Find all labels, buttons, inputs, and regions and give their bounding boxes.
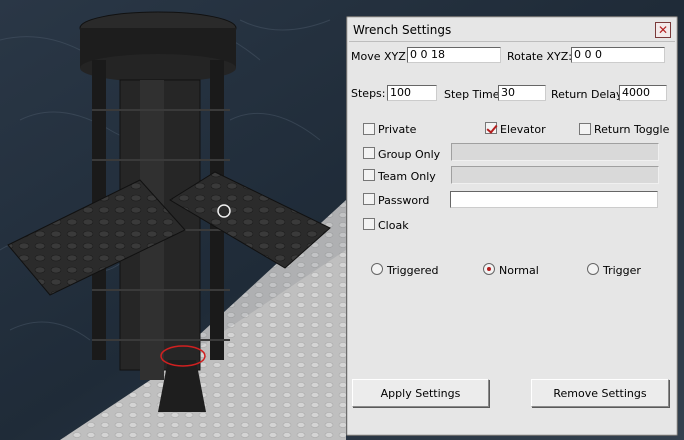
remove-settings-button[interactable]: Remove Settings bbox=[531, 379, 669, 407]
private-label: Private bbox=[378, 123, 417, 136]
triggered-radio[interactable] bbox=[371, 263, 383, 275]
password-input[interactable] bbox=[450, 191, 658, 208]
team-only-label: Team Only bbox=[378, 170, 436, 183]
password-label: Password bbox=[378, 194, 430, 207]
move-xyz-label: Move XYZ: bbox=[351, 50, 410, 63]
normal-label: Normal bbox=[499, 264, 539, 277]
steps-label: Steps: bbox=[351, 87, 386, 100]
rotate-xyz-label: Rotate XYZ: bbox=[507, 50, 573, 63]
step-time-input[interactable] bbox=[498, 85, 546, 101]
normal-radio[interactable] bbox=[483, 263, 495, 275]
rotate-xyz-input[interactable] bbox=[571, 47, 665, 63]
remove-settings-label: Remove Settings bbox=[553, 386, 647, 400]
apply-settings-label: Apply Settings bbox=[380, 386, 461, 400]
close-icon: ✕ bbox=[657, 23, 669, 37]
elevator-checkbox[interactable] bbox=[485, 122, 497, 134]
cloak-checkbox[interactable] bbox=[363, 218, 375, 230]
private-checkbox[interactable] bbox=[363, 123, 375, 135]
return-toggle-label: Return Toggle bbox=[594, 123, 670, 136]
return-delay-input[interactable] bbox=[619, 85, 667, 101]
move-xyz-input[interactable] bbox=[407, 47, 501, 63]
apply-settings-button[interactable]: Apply Settings bbox=[352, 379, 489, 407]
trigger-radio[interactable] bbox=[587, 263, 599, 275]
return-toggle-checkbox[interactable] bbox=[579, 123, 591, 135]
trigger-label: Trigger bbox=[603, 264, 641, 277]
steps-input[interactable] bbox=[387, 85, 437, 101]
wrench-settings-dialog: Wrench Settings ✕ Move XYZ: Rotate XYZ: … bbox=[346, 16, 678, 436]
cloak-label: Cloak bbox=[378, 219, 409, 232]
dialog-title-bar[interactable]: Wrench Settings ✕ bbox=[349, 19, 675, 42]
triggered-label: Triggered bbox=[387, 264, 439, 277]
password-checkbox[interactable] bbox=[363, 193, 375, 205]
team-only-checkbox[interactable] bbox=[363, 169, 375, 181]
group-only-checkbox[interactable] bbox=[363, 147, 375, 159]
team-only-field bbox=[451, 166, 659, 184]
close-button[interactable]: ✕ bbox=[655, 22, 671, 38]
step-time-label: Step Time: bbox=[444, 88, 504, 101]
return-delay-label: Return Delay: bbox=[551, 88, 626, 101]
dialog-title: Wrench Settings bbox=[353, 23, 452, 37]
elevator-label: Elevator bbox=[500, 123, 546, 136]
group-only-field bbox=[451, 143, 659, 161]
group-only-label: Group Only bbox=[378, 148, 441, 161]
